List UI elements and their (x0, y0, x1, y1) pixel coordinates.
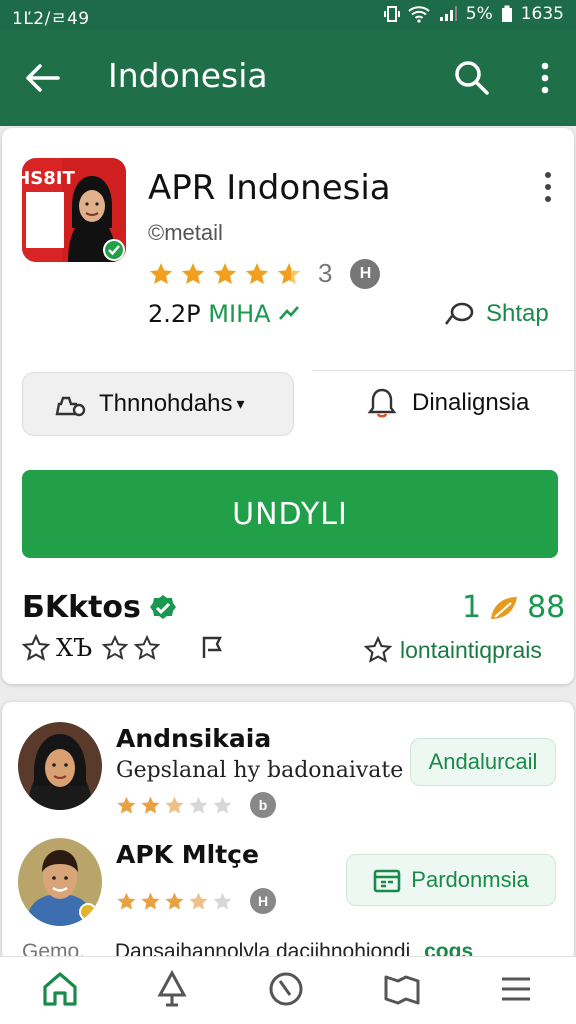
bell-icon (367, 388, 397, 418)
star-icon (149, 262, 173, 284)
install-button[interactable]: UNDYLI (22, 470, 558, 558)
list-item[interactable]: Andnsikaia Gepslanal hy badonaivate b An… (18, 722, 558, 822)
item-badge: H (250, 888, 276, 914)
card-menu-icon[interactable] (538, 170, 558, 204)
half-star-icon (165, 796, 184, 814)
section-link[interactable]: lontaintiqprais (364, 636, 542, 664)
half-star-icon (277, 262, 301, 284)
developer-name[interactable]: ©metail (148, 220, 223, 246)
list-item[interactable]: APK Mltçe H Pardonmsia (18, 838, 558, 938)
content-rating-badge: H (350, 258, 381, 289)
star-icon (117, 796, 136, 814)
leaf-icon (491, 596, 518, 619)
wifi-icon (408, 6, 430, 23)
rating-stars: 3 H (148, 258, 381, 289)
rating-value: 3 (318, 258, 333, 288)
category-dropdown[interactable]: Thnnohdahs ▾ (22, 372, 294, 436)
divider (312, 370, 576, 371)
signal-icon (439, 6, 457, 21)
star-empty-icon (213, 892, 232, 910)
item-rating: H (116, 888, 276, 914)
item-action-button[interactable]: Pardonmsia (346, 854, 556, 906)
item-badge: b (250, 792, 276, 818)
star-icon (165, 892, 184, 910)
star-icon (213, 262, 237, 284)
search-icon[interactable] (452, 58, 492, 98)
page-title: Indonesia (108, 56, 268, 95)
section-title-text: ƂKktos (22, 590, 141, 625)
share-button[interactable]: Shtap (442, 300, 549, 328)
history-icon[interactable] (266, 969, 306, 1009)
library-icon[interactable] (382, 969, 422, 1009)
dropdown-label: Thnnohdahs (99, 390, 233, 417)
star-outline-icon (102, 635, 129, 660)
star-icon (141, 892, 160, 910)
app-detail-card: HS8IT APR Indonesia ©metail 3 H 2.2P MIH… (2, 128, 576, 684)
app-icon-text: HS8IT (22, 168, 75, 189)
share-label: Shtap (486, 300, 549, 327)
star-icon (181, 262, 205, 284)
item-rating: b (116, 792, 276, 818)
count-left: 1 (462, 590, 482, 625)
category-icon (55, 396, 86, 417)
flag-icon[interactable] (200, 634, 228, 662)
star-outline-icon (134, 635, 161, 660)
download-label: MIHA (208, 300, 271, 328)
section-title: ƂKktos (22, 590, 177, 625)
star-icon (245, 262, 269, 284)
trend-up-icon (279, 306, 300, 320)
item-title: Andnsikaia (116, 724, 272, 753)
item-action-label: Pardonmsia (411, 867, 529, 892)
menu-icon[interactable] (496, 969, 536, 1009)
share-icon (444, 302, 474, 325)
app-name: APR Indonesia (148, 168, 391, 208)
star-empty-icon (213, 796, 232, 814)
verified-badge-icon (149, 594, 176, 619)
related-apps-card: Andnsikaia Gepslanal hy badonaivate b An… (2, 702, 574, 962)
avatar (18, 722, 102, 810)
secondary-label: Dinalignsia (412, 389, 530, 416)
home-icon[interactable] (40, 969, 80, 1009)
ratings-text: ХЪ (56, 634, 93, 662)
star-icon (117, 892, 136, 910)
status-icons: 5% 1635 (383, 4, 564, 24)
back-arrow-icon[interactable] (20, 58, 64, 98)
bottom-navigation (0, 956, 576, 1024)
star-empty-icon (189, 796, 208, 814)
app-icon[interactable]: HS8IT (22, 158, 126, 262)
item-title: APK Mltçe (116, 840, 259, 869)
secondary-action[interactable]: Dinalignsia (366, 386, 529, 420)
section-link-label: lontaintiqprais (400, 636, 542, 663)
star-outline-icon (364, 636, 392, 663)
app-bar: Indonesia (0, 30, 576, 126)
star-outline-icon (22, 634, 50, 661)
section-ratings: ХЪ (22, 634, 228, 662)
vibrate-icon (383, 6, 400, 22)
overflow-menu-icon[interactable] (530, 58, 560, 98)
notification-icon[interactable] (152, 969, 192, 1009)
item-action-button[interactable]: Andalurcail (410, 738, 556, 786)
star-icon (141, 796, 160, 814)
item-subtitle: Gepslanal hy badonaivate (116, 758, 404, 783)
status-clock: 1635 (520, 4, 564, 24)
calendar-icon (373, 869, 401, 893)
section-count: 1 88 (462, 590, 565, 625)
chevron-down-icon: ▾ (236, 396, 245, 413)
status-time: 1Ľ2/ㄹ49 (12, 9, 90, 29)
download-number: 2.2P (148, 300, 201, 328)
battery-percent: 5% (465, 4, 493, 24)
battery-icon (501, 5, 512, 22)
half-star-icon (189, 892, 208, 910)
download-count: 2.2P MIHA (148, 300, 300, 328)
count-right: 88 (527, 590, 566, 625)
avatar (18, 838, 102, 926)
status-bar: 1Ľ2/ㄹ49 5% 1635 (0, 0, 576, 30)
